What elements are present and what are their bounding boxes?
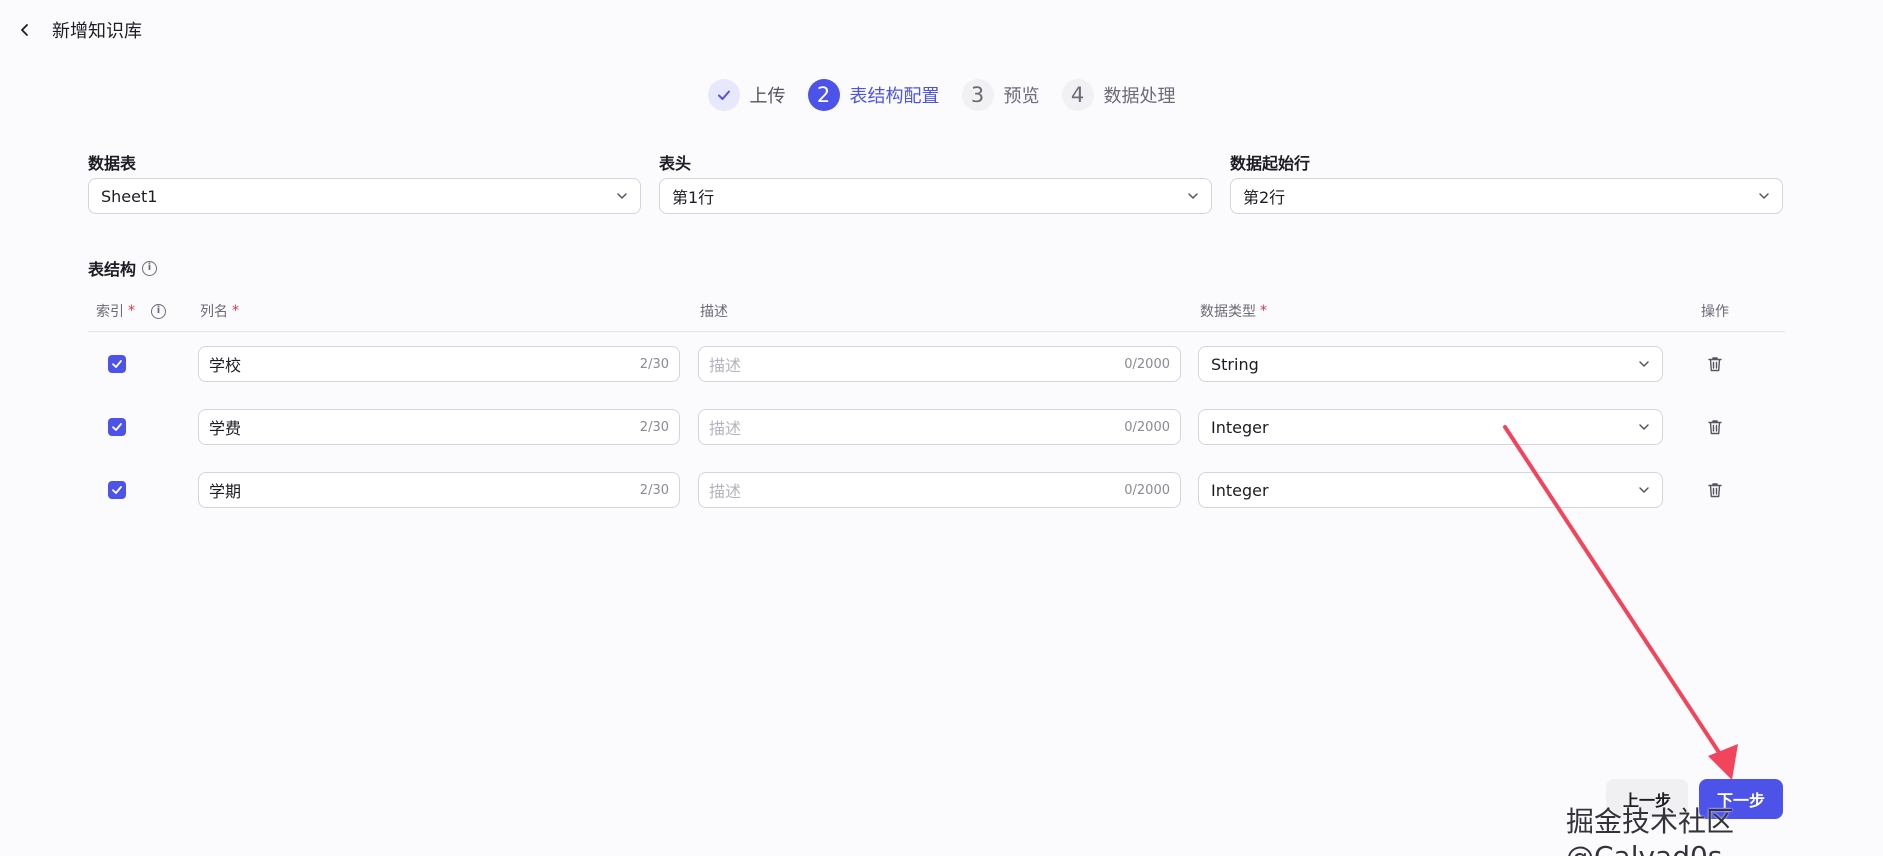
step-number: 2 <box>807 79 840 111</box>
step-label: 上传 <box>749 86 786 107</box>
index-checkbox[interactable] <box>108 355 126 373</box>
table-header-divider <box>88 331 1785 332</box>
step-preview[interactable]: 3 预览 <box>961 79 1040 111</box>
column-name-value: 学期 <box>209 482 242 501</box>
watermark: 掘金技术社区@Calvad0s <box>1566 805 1735 856</box>
data-type-value: String <box>1211 354 1259 374</box>
char-count: 2/30 <box>639 356 669 372</box>
chevron-down-icon <box>1759 193 1769 199</box>
chevron-down-icon <box>1188 193 1198 199</box>
description-input[interactable]: 描述 0/2000 <box>698 346 1181 382</box>
column-header-action: 操作 <box>1701 304 1729 320</box>
delete-row-icon[interactable] <box>1706 418 1724 436</box>
step-label: 表结构配置 <box>849 86 940 107</box>
page-header: 新增知识库 <box>14 18 142 42</box>
chevron-down-icon <box>617 193 627 199</box>
char-count: 2/30 <box>639 419 669 435</box>
index-checkbox[interactable] <box>108 418 126 436</box>
char-count: 2/30 <box>639 482 669 498</box>
step-schema-config[interactable]: 2 表结构配置 <box>807 79 940 111</box>
description-input[interactable]: 描述 0/2000 <box>698 409 1181 445</box>
page-title: 新增知识库 <box>52 21 142 42</box>
schema-title: 表结构 <box>88 260 137 279</box>
start-row-label: 数据起始行 <box>1230 154 1311 173</box>
step-upload[interactable]: 上传 <box>707 79 786 111</box>
check-icon <box>707 79 740 111</box>
column-name-value: 学费 <box>209 419 242 438</box>
chevron-left-icon <box>21 24 28 36</box>
info-icon[interactable]: i <box>142 260 158 276</box>
data-type-select[interactable]: Integer <box>1198 472 1663 508</box>
column-header-type: 数据类型 * <box>1200 303 1267 320</box>
delete-row-icon[interactable] <box>1706 481 1724 499</box>
sheet-select-value: Sheet1 <box>101 186 158 206</box>
schema-section-title: 表结构 i <box>88 256 158 280</box>
step-label: 预览 <box>1003 86 1040 107</box>
check-icon <box>112 486 122 494</box>
header-row-label: 表头 <box>659 154 692 173</box>
check-icon <box>112 423 122 431</box>
data-type-value: Integer <box>1211 417 1269 437</box>
step-label: 数据处理 <box>1103 86 1176 107</box>
char-count: 0/2000 <box>1124 419 1170 435</box>
chevron-down-icon <box>1639 361 1649 367</box>
step-data-processing[interactable]: 4 数据处理 <box>1061 79 1176 111</box>
column-header-index: 索引 * i <box>96 301 166 321</box>
delete-row-icon[interactable] <box>1706 355 1724 373</box>
description-placeholder: 描述 <box>709 482 742 501</box>
step-number: 3 <box>961 79 994 111</box>
header-row-select[interactable]: 第1行 <box>659 178 1212 214</box>
start-row-select-value: 第2行 <box>1243 188 1286 207</box>
back-button[interactable] <box>14 19 36 41</box>
description-placeholder: 描述 <box>709 419 742 438</box>
char-count: 0/2000 <box>1124 356 1170 372</box>
column-name-value: 学校 <box>209 356 242 375</box>
column-header-name: 列名 * <box>200 303 239 320</box>
sheet-label: 数据表 <box>88 154 137 173</box>
column-name-input[interactable]: 学费 2/30 <box>198 409 680 445</box>
char-count: 0/2000 <box>1124 482 1170 498</box>
stepper: 上传 2 表结构配置 3 预览 4 数据处理 <box>0 79 1883 111</box>
check-icon <box>112 360 122 368</box>
description-input[interactable]: 描述 0/2000 <box>698 472 1181 508</box>
chevron-down-icon <box>1639 424 1649 430</box>
column-name-input[interactable]: 学期 2/30 <box>198 472 680 508</box>
column-name-input[interactable]: 学校 2/30 <box>198 346 680 382</box>
step-number: 4 <box>1061 79 1094 111</box>
index-checkbox[interactable] <box>108 481 126 499</box>
header-row-select-value: 第1行 <box>672 188 715 207</box>
data-type-value: Integer <box>1211 480 1269 500</box>
start-row-select[interactable]: 第2行 <box>1230 178 1783 214</box>
chevron-down-icon <box>1639 487 1649 493</box>
data-type-select[interactable]: String <box>1198 346 1663 382</box>
column-header-desc: 描述 <box>700 304 728 320</box>
sheet-select[interactable]: Sheet1 <box>88 178 641 214</box>
data-type-select[interactable]: Integer <box>1198 409 1663 445</box>
description-placeholder: 描述 <box>709 356 742 375</box>
info-icon[interactable]: i <box>151 303 166 319</box>
